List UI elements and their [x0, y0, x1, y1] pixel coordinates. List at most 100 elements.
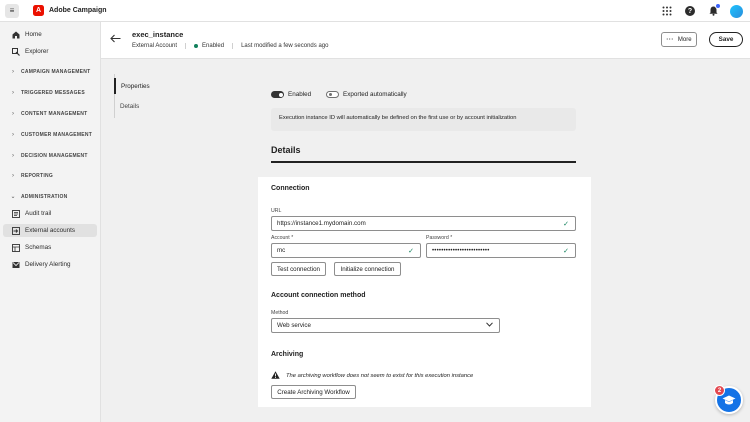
valid-check-icon: ✓: [408, 248, 414, 255]
enabled-toggle[interactable]: [271, 91, 284, 98]
method-label: Method: [271, 310, 289, 316]
sidebar-section-label: ADMINISTRATION: [21, 193, 68, 200]
sidebar-item-delivery-alerting[interactable]: Delivery Alerting: [3, 258, 97, 271]
account-value: mc: [277, 247, 286, 254]
tab-details[interactable]: Details: [115, 98, 175, 114]
sidebar-item-explorer[interactable]: Explorer: [3, 45, 97, 58]
apps-grid-svg: [662, 6, 672, 16]
sidebar-section-label: CONTENT MANAGEMENT: [21, 110, 88, 117]
status-dot-icon: [194, 44, 199, 48]
alert-icon: [10, 261, 22, 269]
url-input[interactable]: https://instance1.mydomain.com ✓: [271, 216, 576, 231]
chevron-right-icon: ›: [12, 131, 14, 138]
sidebar-section-triggered-messages[interactable]: › TRIGGERED MESSAGES: [3, 87, 97, 98]
status-text: Enabled: [202, 43, 225, 49]
chevron-right-icon: ›: [12, 89, 14, 96]
chevron-down-icon: [486, 322, 493, 329]
more-button-label: More: [677, 36, 692, 43]
sidebar-section-label: CAMPAIGN MANAGEMENT: [21, 68, 91, 75]
sidebar-section-label: REPORTING: [21, 172, 53, 179]
sidebar-section-administration[interactable]: ⌄ ADMINISTRATION: [3, 191, 97, 202]
info-message: Execution instance ID will automatically…: [271, 108, 576, 131]
chevron-right-icon: ›: [12, 172, 14, 179]
save-button[interactable]: Save: [709, 32, 743, 47]
ellipsis-icon: ···: [666, 36, 674, 43]
user-avatar[interactable]: [728, 3, 744, 19]
back-arrow-icon[interactable]: [110, 34, 121, 46]
sidebar-section-content-management[interactable]: › CONTENT MANAGEMENT: [3, 108, 97, 119]
top-bar: ≡ A Adobe Campaign ?: [0, 0, 750, 22]
sidebar-section-label: CUSTOMER MANAGEMENT: [21, 131, 93, 138]
sidebar-item-external-accounts[interactable]: External accounts: [3, 224, 97, 237]
sidebar-section-campaign-management[interactable]: › CAMPAIGN MANAGEMENT: [3, 66, 97, 77]
record-header: exec_instance External Account Enabled L…: [101, 22, 750, 59]
schemas-icon: [10, 243, 22, 252]
create-archiving-workflow-button[interactable]: Create Archiving Workflow: [271, 385, 356, 399]
sidebar-section-decision-management[interactable]: › DECISION MANAGEMENT: [3, 150, 97, 161]
account-label: Account *: [271, 235, 293, 241]
top-icons: ?: [652, 3, 744, 19]
account-label-text: Account: [271, 235, 290, 241]
sidebar-section-label: TRIGGERED MESSAGES: [21, 89, 85, 96]
adobe-logo-icon: A: [33, 5, 44, 16]
avatar-circle: [729, 4, 743, 18]
required-mark: *: [291, 235, 294, 241]
sidebar: Home Explorer › CAMPAIGN MANAGEMENT › TR…: [0, 22, 101, 422]
assistant-count-badge: 2: [714, 385, 725, 396]
notifications-bell-icon[interactable]: [705, 3, 721, 19]
sidebar-item-label: Audit trail: [25, 210, 52, 217]
warning-triangle-icon: [271, 371, 280, 381]
app-name: Adobe Campaign: [49, 7, 107, 14]
sidebar-section-reporting[interactable]: › REPORTING: [3, 170, 97, 181]
exported-automatically-label: Exported automatically: [343, 91, 407, 98]
tab-properties[interactable]: Properties: [114, 78, 174, 94]
last-modified: Last modified a few seconds ago: [232, 43, 328, 49]
test-connection-button[interactable]: Test connection: [271, 262, 326, 276]
initialize-connection-button[interactable]: Initialize connection: [334, 262, 401, 276]
graduation-cap-icon: [722, 395, 736, 404]
info-message-text: Execution instance ID will automatically…: [279, 115, 517, 121]
valid-check-icon: ✓: [563, 221, 569, 228]
chevron-right-icon: ›: [12, 110, 14, 117]
account-input[interactable]: mc ✓: [271, 243, 421, 258]
password-input[interactable]: ••••••••••••••••••••••••• ✓: [426, 243, 576, 258]
help-icon[interactable]: ?: [682, 3, 698, 19]
status-badge: Enabled: [185, 43, 224, 49]
sidebar-item-home[interactable]: Home: [3, 28, 97, 41]
record-title: exec_instance: [132, 30, 184, 39]
sidebar-item-label: Delivery Alerting: [25, 261, 71, 268]
hamburger-menu-icon[interactable]: ≡: [5, 3, 19, 18]
password-value: •••••••••••••••••••••••••: [432, 247, 490, 254]
url-value: https://instance1.mydomain.com: [277, 220, 366, 227]
sidebar-item-audit-trail[interactable]: Audit trail: [3, 207, 97, 220]
password-label-text: Password: [426, 235, 449, 241]
sidebar-item-label: Explorer: [25, 48, 49, 55]
chevron-down-icon: ⌄: [10, 194, 16, 200]
external-accounts-icon: [10, 226, 22, 235]
archiving-warning: The archiving workflow does not seem to …: [271, 371, 473, 381]
archiving-heading: Archiving: [271, 351, 304, 358]
sidebar-item-label: Schemas: [25, 244, 52, 251]
home-icon: [10, 31, 22, 39]
sidebar-item-schemas[interactable]: Schemas: [3, 241, 97, 254]
url-label: URL: [271, 208, 282, 214]
more-button[interactable]: ··· More: [661, 32, 697, 47]
sidebar-section-label: DECISION MANAGEMENT: [21, 152, 88, 159]
method-value: Web service: [277, 322, 311, 329]
exported-automatically-toggle[interactable]: [326, 91, 339, 98]
connection-heading: Connection: [271, 185, 310, 192]
valid-check-icon: ✓: [563, 248, 569, 255]
help-circle: ?: [685, 6, 695, 16]
required-mark: *: [450, 235, 453, 241]
enabled-toggle-label: Enabled: [288, 91, 312, 98]
sidebar-item-label: External accounts: [25, 227, 76, 234]
chevron-right-icon: ›: [12, 68, 14, 75]
details-section-title: Details: [271, 145, 301, 155]
sidebar-section-customer-management[interactable]: › CUSTOMER MANAGEMENT: [3, 129, 97, 140]
apps-grid-icon[interactable]: [659, 3, 675, 19]
connection-method-heading: Account connection method: [271, 292, 366, 299]
chevron-right-icon: ›: [12, 152, 14, 159]
method-select[interactable]: Web service: [271, 318, 500, 333]
audit-icon: [10, 209, 22, 218]
password-label: Password *: [426, 235, 452, 241]
